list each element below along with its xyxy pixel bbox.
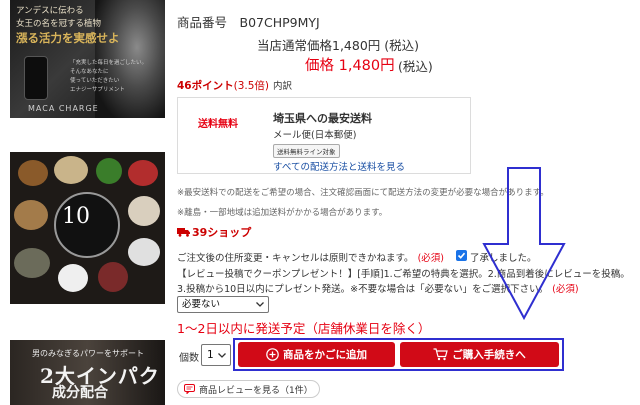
ingredient-image <box>96 158 122 184</box>
thumbnail-text: エナジーサプリメント <box>70 87 125 93</box>
points-rate: (3.5倍) <box>233 80 270 92</box>
thumbnail-text: 男のみなぎるパワーをサポート <box>32 349 144 358</box>
shipping-box: 送料無料 埼玉県への最安送料 メール便(日本郵便) 送料無料ライン対象 すべての… <box>177 97 471 174</box>
required-mark: (必須) <box>417 253 444 264</box>
free-shipping-line-tag: 送料無料ライン対象 <box>273 144 340 158</box>
checkout-button[interactable]: ご購入手続きへ <box>400 342 559 367</box>
ingredient-image <box>58 264 88 292</box>
thumbnail-text: そんなあなたに <box>70 69 109 75</box>
review-gift-select[interactable]: 必要ない <box>177 296 269 313</box>
ingredient-image <box>128 196 160 226</box>
brand-logo-text: MACA CHARGE <box>28 104 99 113</box>
view-reviews-button[interactable]: 商品レビューを見る（1件） <box>177 380 320 398</box>
quantity-select[interactable]: 1 <box>201 344 231 366</box>
ingredient-image <box>14 248 50 278</box>
cart-icon <box>433 348 449 361</box>
delivery-estimate: 1〜2日以内に発送予定（店舗休業日を除く） <box>177 321 431 336</box>
agree-checkbox[interactable] <box>456 250 467 261</box>
ingredient-image <box>98 262 128 292</box>
regular-price: 当店通常価格1,480円 (税込) <box>257 38 420 53</box>
ingredient-image <box>18 160 48 186</box>
thumbnail-text: 使っていただきたい <box>70 78 120 84</box>
quantity-label: 個数 <box>179 353 199 364</box>
chevron-down-icon <box>256 302 264 307</box>
checkout-label: ご購入手続きへ <box>452 349 526 361</box>
ingredient-image <box>128 160 158 186</box>
change-notice-text: ご注文後の住所変更・キャンセルは原則できかねます。 <box>177 253 414 264</box>
add-to-cart-label: 商品をかごに追加 <box>283 349 367 361</box>
change-notice: ご注文後の住所変更・キャンセルは原則できかねます。 (必須) <box>177 250 444 264</box>
view-reviews-label: 商品レビューを見る（1件） <box>199 385 313 396</box>
shop-badge: 39ショップ <box>177 224 251 240</box>
product-bottle-image <box>24 56 48 100</box>
product-thumbnail-1[interactable]: アンデスに伝わる 女王の名を冠する植物 漲る活力を実感せよ 「充実した毎日を過ご… <box>10 0 165 118</box>
sale-price: 価格 1,480円 <box>305 58 395 74</box>
shop-badge-label: 39ショップ <box>192 226 252 239</box>
free-shipping-label: 送料無料 <box>198 119 238 130</box>
points-info: 46ポイント(3.5倍) 内訳 <box>177 78 292 93</box>
product-sku: 商品番号 B07CHP9MYJ <box>177 15 320 30</box>
plus-circle-icon <box>266 348 279 361</box>
shipping-note: ※離島・一部地域は追加送料がかかる場合があります。 <box>177 208 388 218</box>
annotation-arrow-icon <box>482 167 566 321</box>
price-tax-note: (税込) <box>398 59 433 74</box>
thumbnail-text: アンデスに伝わる <box>16 6 84 16</box>
ingredient-image <box>54 156 88 184</box>
comment-icon <box>184 384 195 394</box>
review-gift-select-value: 必要ない <box>182 299 221 310</box>
points-amount: 46ポイント <box>177 80 234 92</box>
product-thumbnail-2[interactable]: 10 <box>10 152 165 304</box>
all-shipping-methods-link[interactable]: すべての配送方法と送料を見る <box>273 159 405 173</box>
add-to-cart-button[interactable]: 商品をかごに追加 <box>238 342 395 367</box>
product-thumbnail-3[interactable]: 男のみなぎるパワーをサポート 2大インパクト 成分配合 <box>10 340 165 405</box>
shipping-title: 埼玉県への最安送料 <box>273 112 372 125</box>
chevron-down-icon <box>218 353 226 358</box>
check-icon <box>457 252 466 259</box>
points-breakdown-link[interactable]: 内訳 <box>273 81 292 92</box>
quantity-value: 1 <box>207 349 214 361</box>
ingredient-count: 10 <box>62 204 90 229</box>
thumbnail-headline: 成分配合 <box>52 385 108 401</box>
thumbnail-text: 「充実した毎日を過ごしたい。 <box>70 60 148 66</box>
ingredient-image <box>128 238 160 266</box>
ingredient-image <box>14 200 48 230</box>
thumbnail-text: 女王の名を冠する植物 <box>16 19 102 29</box>
thumbnail-headline: 漲る活力を実感せよ <box>16 31 120 45</box>
truck-icon <box>177 227 190 240</box>
shipping-method: メール便(日本郵便) <box>273 130 357 141</box>
